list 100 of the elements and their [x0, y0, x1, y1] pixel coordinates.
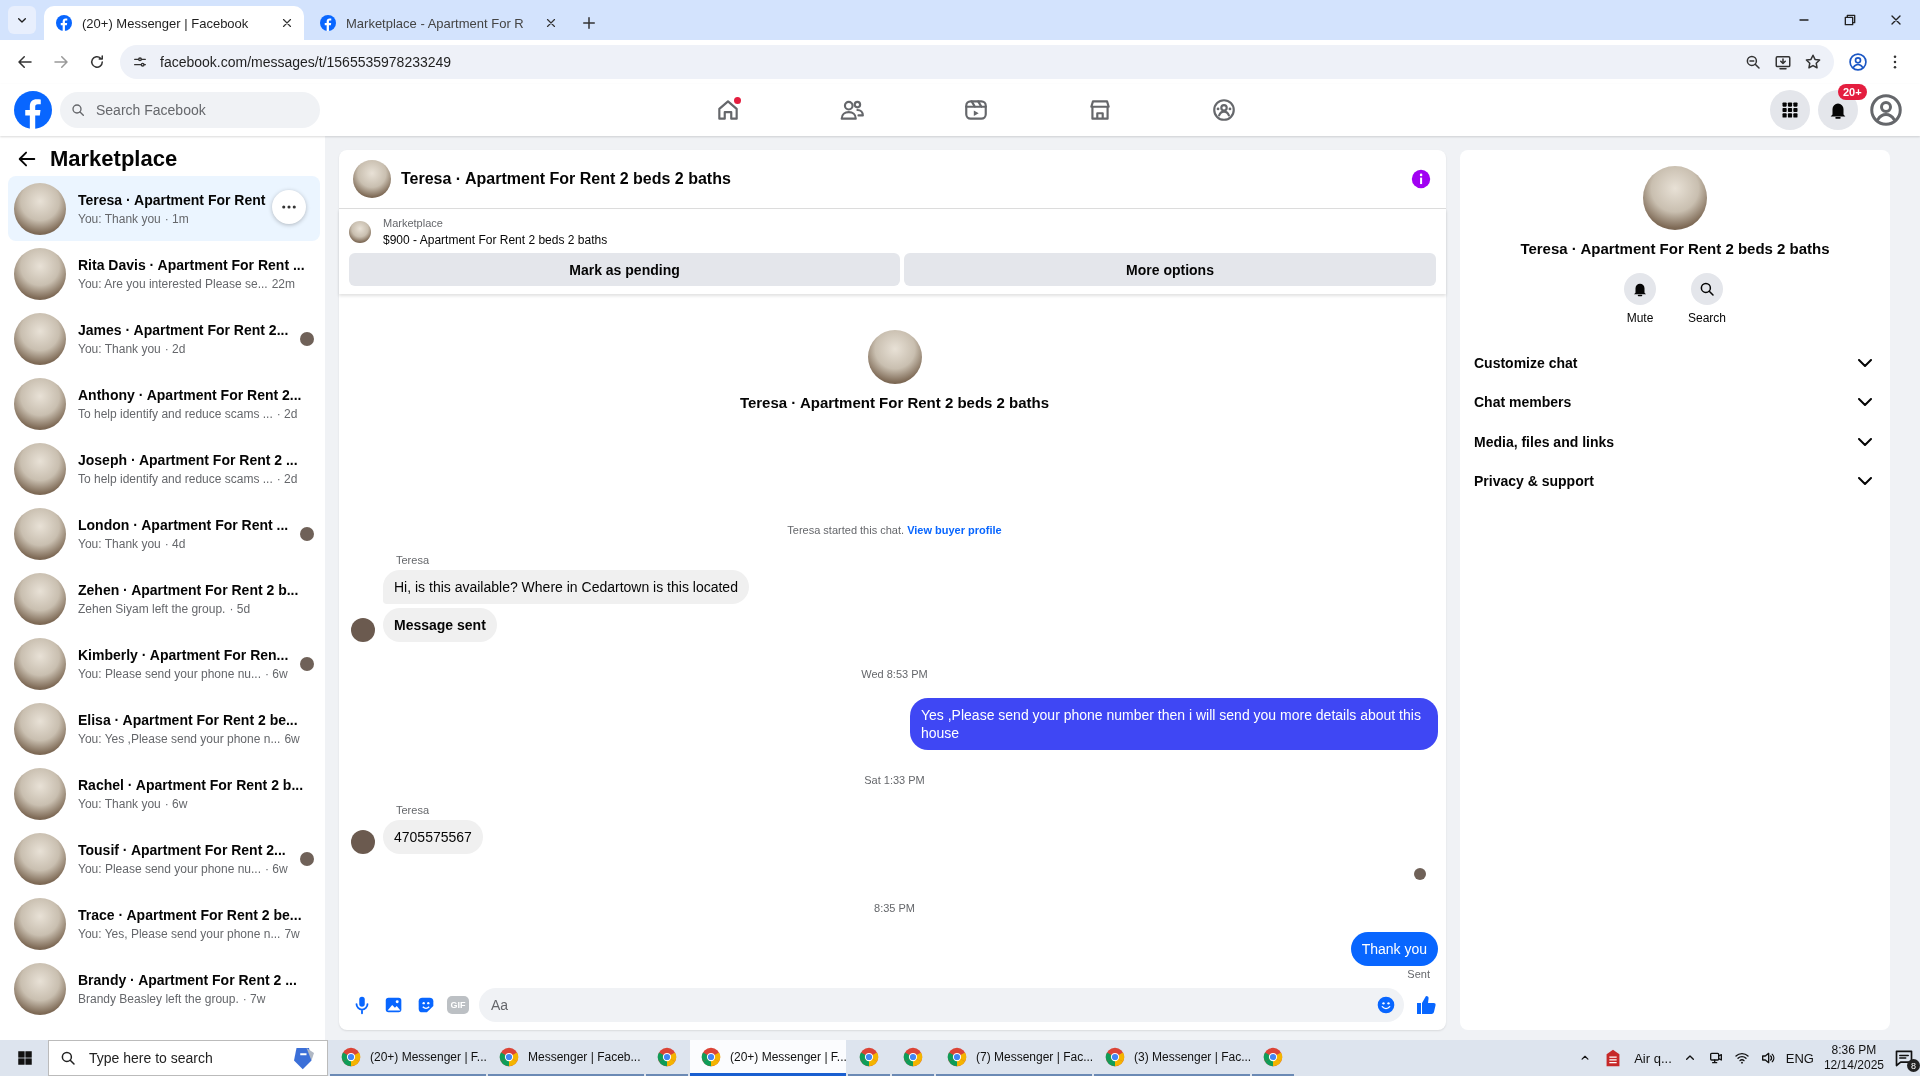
- search-input[interactable]: Search Facebook: [94, 101, 298, 119]
- zoom-icon[interactable]: [1744, 53, 1762, 71]
- action-button[interactable]: Mark as pending: [349, 253, 900, 286]
- section-header[interactable]: Privacy & support: [1460, 461, 1890, 501]
- action-button[interactable]: More options: [904, 253, 1436, 286]
- clock-time: 8:36 PM: [1831, 1043, 1877, 1058]
- timestamp: 8:35 PM: [874, 902, 915, 914]
- conversation-name: Joseph · Apartment For Rent 2 ...: [78, 451, 299, 468]
- site-settings-icon[interactable]: [132, 54, 148, 70]
- wifi-icon[interactable]: [1733, 1050, 1750, 1066]
- taskbar-app[interactable]: (7) Messenger | Fac...: [936, 1040, 1092, 1076]
- section-header[interactable]: Customize chat: [1460, 343, 1890, 383]
- info-icon[interactable]: [1410, 168, 1432, 190]
- message-time: · 6w: [265, 666, 288, 681]
- bookmark-star-icon[interactable]: [1804, 53, 1822, 71]
- message-input[interactable]: Aa: [479, 988, 1404, 1022]
- forward-icon[interactable]: [52, 53, 70, 71]
- browser-icon: [340, 1046, 362, 1068]
- menu-button[interactable]: [1770, 90, 1810, 130]
- new-tab-icon[interactable]: [580, 14, 598, 32]
- taskbar-search-input[interactable]: Type here to search: [87, 1049, 279, 1067]
- message-preview: You: Yes, Please send your phone n...: [78, 926, 281, 941]
- browser-tab[interactable]: (20+) Messenger | Facebook: [44, 6, 304, 40]
- conversation-item[interactable]: London · Apartment For Rent ... You: Thank you · 4d: [8, 501, 321, 566]
- profile-icon[interactable]: [1848, 52, 1868, 72]
- close-icon[interactable]: [544, 16, 558, 30]
- photo-placeholder: [14, 702, 66, 755]
- taskbar-app[interactable]: Messenger | Faceb...: [488, 1040, 644, 1076]
- search-icon: [1698, 280, 1716, 298]
- url-text: facebook.com/messages/t/1565535978233249: [160, 54, 452, 70]
- conversation-item[interactable]: Rachel · Apartment For Rent 2 b... You: Thank you · 6w: [8, 761, 321, 826]
- reload-icon[interactable]: [88, 53, 106, 71]
- volume-icon[interactable]: [1759, 1050, 1776, 1066]
- tab-search-button[interactable]: [8, 6, 36, 34]
- conversation-item[interactable]: Anthony · Apartment For Rent 2... To help identify and reduce scams ... · 2d: [8, 371, 321, 436]
- home-icon: [715, 97, 741, 123]
- incoming-message: 4705575567: [383, 820, 483, 854]
- action-center-icon[interactable]: [1894, 1048, 1914, 1068]
- address-bar[interactable]: facebook.com/messages/t/1565535978233249: [120, 45, 1834, 79]
- taskbar-app[interactable]: (20+) Messenger | F...: [690, 1040, 846, 1076]
- meeting-icon[interactable]: [1707, 1050, 1724, 1066]
- clock[interactable]: 8:36 PM 12/14/2025: [1823, 1043, 1884, 1073]
- conversation-item[interactable]: Elisa · Apartment For Rent 2 be... You: Yes ,Please send your phone n... 6w: [8, 696, 321, 761]
- facebook-logo-icon[interactable]: [14, 91, 52, 129]
- search-field[interactable]: Search Facebook: [60, 92, 320, 128]
- weather-text[interactable]: Air q...: [1634, 1050, 1672, 1066]
- sender-name: Teresa: [396, 804, 430, 816]
- photo-placeholder: [14, 247, 66, 300]
- conversation-name: Rachel · Apartment For Rent 2 b...: [78, 776, 305, 793]
- message-preview: You: Thank you: [78, 341, 161, 356]
- thumbs-up-icon[interactable]: [1414, 993, 1438, 1017]
- conversation-item[interactable]: Rita Davis · Apartment For Rent ... You: Are you interested Please se... 22m: [8, 241, 321, 306]
- photo-placeholder: [14, 312, 66, 365]
- taskbar-search-field[interactable]: Type here to search: [48, 1040, 328, 1076]
- tab-title: (20+) Messenger | Facebook: [82, 15, 250, 31]
- section-header[interactable]: Media, files and links: [1460, 422, 1890, 462]
- conversation-item[interactable]: Kimberly · Apartment For Ren... You: Please send your phone nu... · 6w: [8, 631, 321, 696]
- search-button[interactable]: [1691, 273, 1723, 305]
- install-icon[interactable]: [1774, 53, 1792, 71]
- start-icon[interactable]: [16, 1049, 34, 1067]
- facebook-logo-icon: [320, 15, 336, 31]
- browser-icon: [1104, 1046, 1126, 1068]
- conversation-item[interactable]: Brandy · Apartment For Rent 2 ... Brandy Beasley left the group. · 7w: [8, 956, 321, 1021]
- browser-tab[interactable]: Marketplace - Apartment For R: [308, 6, 568, 40]
- emoji-icon[interactable]: [1376, 995, 1396, 1015]
- account-avatar-icon[interactable]: [1868, 92, 1904, 128]
- browser-icon: [946, 1046, 968, 1068]
- timestamp: Sat 1:33 PM: [864, 774, 925, 786]
- message-preview: Brandy Beasley left the group.: [78, 991, 239, 1006]
- buyer-profile-link[interactable]: View buyer profile: [907, 524, 1002, 536]
- conversation-item[interactable]: Trace · Apartment For Rent 2 be... You: Yes, Please send your phone n... 7w: [8, 891, 321, 956]
- conversation-title: Teresa · Apartment For Rent 2 beds 2 baths: [739, 394, 1050, 411]
- outgoing-message: Thank you: [1350, 932, 1438, 966]
- mute-button[interactable]: [1624, 273, 1656, 305]
- conversation-item[interactable]: Zehen · Apartment For Rent 2 b... Zehen Siyam left the group. · 5d: [8, 566, 321, 631]
- more-icon: [282, 205, 297, 209]
- conversation-item[interactable]: Teresa · Apartment For Rent You: Thank you · 1m: [8, 176, 321, 241]
- close-icon[interactable]: [280, 16, 294, 30]
- photo-placeholder: [14, 637, 66, 690]
- conversation-item[interactable]: Joseph · Apartment For Rent 2 ... To help identify and reduce scams ... · 2d: [8, 436, 321, 501]
- message-text-input[interactable]: Aa: [489, 996, 1376, 1014]
- taskbar-app[interactable]: (20+) Messenger | F...: [330, 1040, 486, 1076]
- listing-label: Marketplace: [383, 217, 444, 229]
- language-indicator[interactable]: ENG: [1785, 1050, 1814, 1066]
- message-time: · 1m: [164, 211, 189, 226]
- conversation-item[interactable]: Tousif · Apartment For Rent 2... You: Please send your phone nu... · 6w: [8, 826, 321, 891]
- photo-placeholder: [14, 767, 66, 820]
- chevron-icon: [1858, 477, 1872, 486]
- restore-icon[interactable]: [1842, 12, 1858, 28]
- outgoing-message: Yes ,Please send your phone number then i will send you more details about this house: [910, 698, 1438, 750]
- conversation-item[interactable]: James · Apartment For Rent 2... You: Thank you · 2d: [8, 306, 321, 371]
- back-icon[interactable]: [16, 53, 34, 71]
- conversation-name: London · Apartment For Rent ...: [78, 516, 289, 533]
- chevron-icon: [1858, 358, 1872, 367]
- chat-title: Teresa · Apartment For Rent 2 beds 2 baths: [401, 170, 731, 188]
- store-icon: [1087, 97, 1113, 123]
- taskbar-app[interactable]: (3) Messenger | Fac...: [1094, 1040, 1250, 1076]
- groups-icon: [1211, 97, 1237, 123]
- section-header[interactable]: Chat members: [1460, 382, 1890, 422]
- listing-title[interactable]: $900 - Apartment For Rent 2 beds 2 baths: [383, 233, 608, 247]
